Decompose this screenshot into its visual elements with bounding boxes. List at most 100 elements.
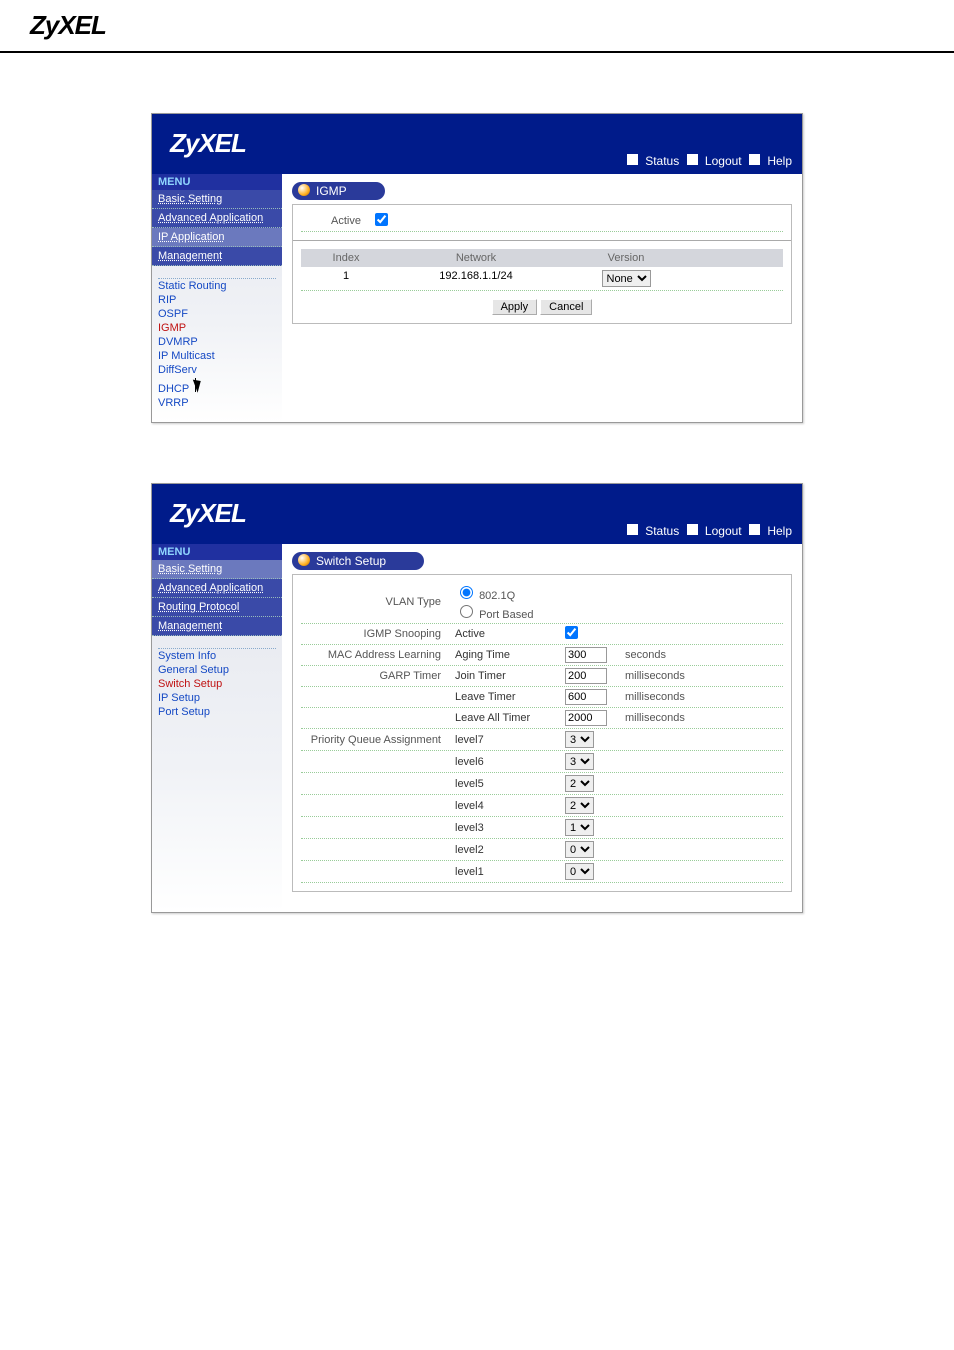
version-select[interactable]: None <box>602 270 651 287</box>
active-label: Active <box>301 215 375 227</box>
pq-level6-select[interactable]: 3 <box>565 753 594 770</box>
sidebar-item-ip-setup[interactable]: IP Setup <box>158 691 276 705</box>
sidebar-item-ip-multicast[interactable]: IP Multicast <box>158 349 276 363</box>
garp-leave-row: Leave Timer milliseconds <box>301 687 783 708</box>
status-link[interactable]: Status <box>645 154 679 168</box>
sidebar-section-ip-application[interactable]: IP Application <box>152 228 282 247</box>
sidebar-item-switch-setup[interactable]: Switch Setup <box>158 677 276 691</box>
sidebar-item-igmp[interactable]: IGMP <box>158 321 276 335</box>
active-row: Active <box>301 211 783 232</box>
igmp-snooping-label: IGMP Snooping <box>301 628 455 640</box>
sidebar-item-vrrp[interactable]: VRRP <box>158 396 276 410</box>
pq-level5-select[interactable]: 2 <box>565 775 594 792</box>
sidebar-item-label: DHCP <box>158 383 189 395</box>
status-link[interactable]: Status <box>645 524 679 538</box>
pq-level5-row: level5 2 <box>301 773 783 795</box>
aging-time-input[interactable] <box>565 647 607 663</box>
aging-time-unit: seconds <box>625 649 783 661</box>
cancel-button[interactable]: Cancel <box>540 299 592 315</box>
app-window-igmp: ZyXEL Status Logout Help MENU Basic Sett… <box>151 113 803 423</box>
sidebar-section-advanced-application[interactable]: Advanced Application <box>152 579 282 598</box>
header-links: Status Logout Help <box>623 524 792 538</box>
logout-icon <box>687 154 698 165</box>
pq-level7-row: Priority Queue Assignment level7 3 <box>301 729 783 751</box>
pq-level2-row: level2 0 <box>301 839 783 861</box>
content-area: Switch Setup VLAN Type 802.1Q Port Based… <box>282 544 802 912</box>
logout-link[interactable]: Logout <box>705 154 742 168</box>
join-timer-field: Join Timer <box>455 670 565 682</box>
th-network: Network <box>391 252 561 264</box>
menu-header: MENU <box>152 544 282 560</box>
igmp-snooping-checkbox[interactable] <box>565 626 578 639</box>
sidebar-section-routing-protocol[interactable]: Routing Protocol <box>152 598 282 617</box>
vlan-8021q-radio[interactable] <box>460 586 473 599</box>
sidebar-item-dvmrp[interactable]: DVMRP <box>158 335 276 349</box>
sidebar-item-general-setup[interactable]: General Setup <box>158 663 276 677</box>
page-title-text: Switch Setup <box>316 554 386 568</box>
pq-level7-field: level7 <box>455 734 565 746</box>
sidebar-item-rip[interactable]: RIP <box>158 293 276 307</box>
switch-setup-panel: VLAN Type 802.1Q Port Based IGMP Snoopin… <box>292 574 792 892</box>
sidebar-section-management[interactable]: Management <box>152 617 282 636</box>
active-checkbox[interactable] <box>375 213 388 226</box>
th-version: Version <box>561 252 691 264</box>
status-icon <box>627 524 638 535</box>
pq-level4-field: level4 <box>455 800 565 812</box>
pq-level1-select[interactable]: 0 <box>565 863 594 880</box>
sidebar-section-advanced-application[interactable]: Advanced Application <box>152 209 282 228</box>
sidebar-section-basic-setting[interactable]: Basic Setting <box>152 190 282 209</box>
content-area: IGMP Active Index Network Version <box>282 174 802 422</box>
mac-learning-label: MAC Address Learning <box>301 649 455 661</box>
leave-timer-input[interactable] <box>565 689 607 705</box>
logout-link[interactable]: Logout <box>705 524 742 538</box>
leaveall-timer-unit: milliseconds <box>625 712 783 724</box>
help-link[interactable]: Help <box>767 524 792 538</box>
page-title-text: IGMP <box>316 184 347 198</box>
leaveall-timer-input[interactable] <box>565 710 607 726</box>
vlan-8021q-option[interactable]: 802.1Q <box>455 583 565 602</box>
leaveall-timer-field: Leave All Timer <box>455 712 565 724</box>
sidebar-item-system-info[interactable]: System Info <box>158 649 276 663</box>
pq-level5-field: level5 <box>455 778 565 790</box>
sidebar-item-ospf[interactable]: OSPF <box>158 307 276 321</box>
sidebar-item-dhcp[interactable]: DHCP <box>158 377 276 396</box>
td-network: 192.168.1.1/24 <box>391 270 561 287</box>
vlan-type-row: VLAN Type 802.1Q Port Based <box>301 581 783 624</box>
table-row: 1 192.168.1.1/24 None <box>301 267 783 291</box>
table-header-row: Index Network Version <box>301 249 783 267</box>
vlan-portbased-label: Port Based <box>479 609 533 621</box>
pq-level4-select[interactable]: 2 <box>565 797 594 814</box>
help-link[interactable]: Help <box>767 154 792 168</box>
submenu-separator <box>158 642 276 649</box>
help-icon <box>749 154 760 165</box>
pq-level3-select[interactable]: 1 <box>565 819 594 836</box>
join-timer-input[interactable] <box>565 668 607 684</box>
brand-logo: ZyXEL <box>152 484 802 529</box>
pq-level3-row: level3 1 <box>301 817 783 839</box>
title-bullet-icon <box>298 554 310 566</box>
app-window-switch-setup: ZyXEL Status Logout Help MENU Basic Sett… <box>151 483 803 913</box>
vlan-portbased-option[interactable]: Port Based <box>455 602 565 621</box>
pq-level2-select[interactable]: 0 <box>565 841 594 858</box>
network-table: Index Network Version 1 192.168.1.1/24 N… <box>301 249 783 291</box>
sidebar-item-static-routing[interactable]: Static Routing <box>158 279 276 293</box>
sidebar-item-diffserv[interactable]: DiffServ <box>158 363 276 377</box>
igmp-snooping-row: IGMP Snooping Active <box>301 624 783 645</box>
sidebar-submenu: System Info General Setup Switch Setup I… <box>152 636 282 727</box>
sidebar-section-basic-setting[interactable]: Basic Setting <box>152 560 282 579</box>
document-header: ZyXEL <box>0 0 954 53</box>
sidebar-section-management[interactable]: Management <box>152 247 282 266</box>
pq-level7-select[interactable]: 3 <box>565 731 594 748</box>
button-bar: Apply Cancel <box>301 299 783 315</box>
vlan-type-label: VLAN Type <box>301 596 455 608</box>
garp-join-row: GARP Timer Join Timer milliseconds <box>301 666 783 687</box>
app-header: ZyXEL Status Logout Help <box>152 484 802 544</box>
vlan-portbased-radio[interactable] <box>460 605 473 618</box>
sidebar: MENU Basic Setting Advanced Application … <box>152 544 282 912</box>
sidebar-item-port-setup[interactable]: Port Setup <box>158 705 276 719</box>
pq-level2-field: level2 <box>455 844 565 856</box>
sidebar: MENU Basic Setting Advanced Application … <box>152 174 282 422</box>
apply-button[interactable]: Apply <box>492 299 538 315</box>
pq-level1-row: level1 0 <box>301 861 783 883</box>
pq-level3-field: level3 <box>455 822 565 834</box>
